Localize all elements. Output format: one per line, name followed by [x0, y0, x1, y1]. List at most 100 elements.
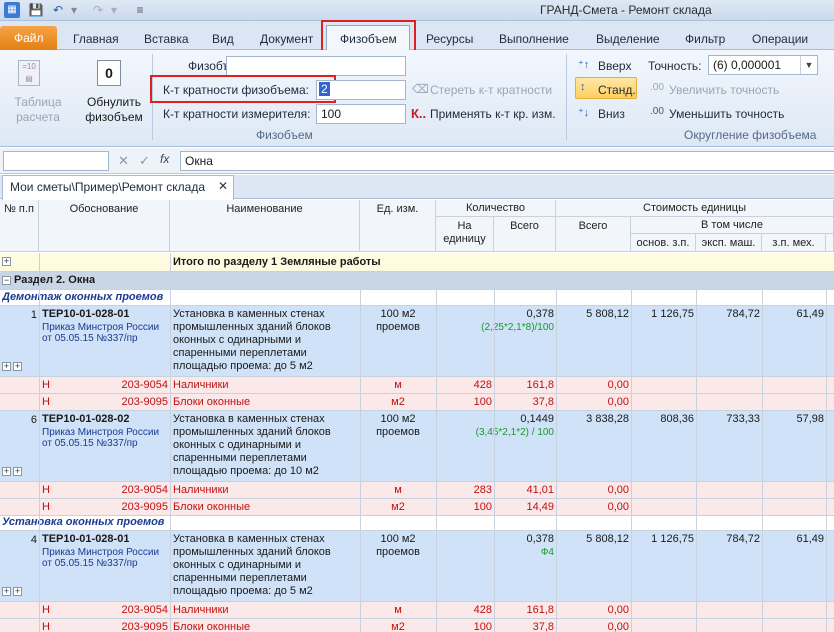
redo-dropdown-icon[interactable]: ▾ — [106, 2, 122, 18]
col-header-per-unit[interactable]: На единицу — [436, 217, 494, 252]
expand-icon[interactable]: + — [13, 587, 22, 596]
col-n-label: № п.п — [4, 203, 34, 215]
round-up-button[interactable]: Вверх — [598, 59, 631, 73]
row-eksp: 733,33 — [726, 413, 760, 425]
col-header-name[interactable]: Наименование — [170, 200, 360, 252]
group-fizobjem-label: Физобъем — [256, 128, 313, 142]
row-osn: 1 126,75 — [651, 533, 694, 545]
col-header-zpmeh[interactable]: з.п. мех. — [762, 234, 826, 252]
tab-document[interactable]: Документ — [260, 32, 313, 46]
col-header-incl[interactable]: В том числе — [631, 217, 834, 234]
k-fizobjem-input[interactable]: 2 — [316, 80, 406, 100]
row-formula: (3,45*2,1*2) / 100 — [475, 427, 554, 438]
apply-k-button[interactable]: Применять к-т кр. изм. — [430, 107, 556, 121]
k-izmeritel-input[interactable]: 100 — [316, 104, 406, 124]
tab-selection[interactable]: Выделение — [596, 32, 660, 46]
grid-line — [360, 289, 361, 632]
precision-value: (6) 0,000001 — [713, 58, 782, 72]
undo-dropdown-icon[interactable]: ▾ — [66, 2, 82, 18]
row-code: ТЕР10-01-028-01 — [42, 533, 130, 545]
res-total: 41,01 — [526, 484, 554, 496]
expand-icon[interactable]: + — [13, 467, 22, 476]
name-box[interactable] — [3, 151, 109, 171]
col-header-total[interactable]: Всего — [494, 217, 556, 252]
dec-precision-button[interactable]: Уменьшить точность — [669, 107, 784, 121]
expand-icon[interactable]: + — [2, 587, 11, 596]
save-icon[interactable]: 💾 — [28, 2, 44, 18]
round-down-button[interactable]: Вниз — [598, 107, 625, 121]
customize-quickbar-icon[interactable]: ≡ — [132, 2, 148, 18]
col-header-n[interactable]: № п.п — [0, 200, 39, 252]
confirm-icon[interactable]: ✓ — [139, 153, 150, 169]
res-unit: м — [394, 379, 402, 391]
col-header-basis[interactable]: Обоснование — [39, 200, 170, 252]
inc-precision-icon: .00 — [650, 82, 664, 93]
down-icon: ⁺↓ — [578, 107, 590, 119]
section-title: Раздел 2. Окна — [14, 274, 96, 286]
res-total: 161,8 — [526, 379, 554, 391]
res-type: Н — [42, 604, 50, 616]
tab-insert[interactable]: Вставка — [144, 32, 189, 46]
tab-execution[interactable]: Выполнение — [499, 32, 569, 46]
res-name: Блоки оконные — [173, 501, 251, 513]
expand-icon[interactable]: + — [2, 362, 11, 371]
tab-view[interactable]: Вид — [212, 32, 234, 46]
close-icon[interactable]: ✕ — [218, 179, 228, 193]
row-number: 4 — [30, 534, 37, 546]
fizobjem-input[interactable] — [226, 56, 406, 76]
col-header-cost[interactable]: Стоимость единицы — [556, 200, 834, 217]
subsection-title[interactable]: Демонтаж оконных проемов — [2, 291, 163, 303]
function-icon[interactable]: fx — [160, 152, 169, 166]
row-name: Установка в каменных стенах промышленных… — [173, 413, 331, 477]
res-total: 37,8 — [532, 396, 554, 408]
formula-input[interactable]: Окна — [180, 151, 834, 171]
grid-line — [0, 515, 834, 516]
res-total: 37,8 — [532, 621, 554, 632]
clear-k-button[interactable]: Стереть к-т кратности — [430, 83, 552, 97]
res-type: Н — [42, 396, 50, 408]
tab-operations[interactable]: Операции — [752, 32, 808, 46]
undo-icon[interactable]: ↶ — [50, 2, 66, 18]
tab-filter[interactable]: Фильтр — [685, 32, 725, 46]
group-rounding-label: Округление физобъема — [684, 128, 817, 142]
total-row[interactable] — [0, 253, 834, 271]
row-number: 6 — [30, 414, 37, 426]
tab-file[interactable]: Файл — [0, 26, 57, 50]
round-std-label: Станд. — [598, 83, 636, 97]
tab-home[interactable]: Главная — [73, 32, 119, 46]
subsection-title[interactable]: Установка оконных проемов — [2, 516, 164, 528]
res-type: Н — [42, 621, 50, 632]
grid-line — [39, 253, 40, 632]
row-zpmeh: 57,98 — [796, 413, 824, 425]
res-cost: 0,00 — [607, 501, 629, 513]
row-code: ТЕР10-01-028-02 — [42, 413, 130, 425]
expand-icon[interactable]: + — [2, 257, 11, 266]
redo-icon[interactable]: ↷ — [90, 2, 106, 18]
expand-icon[interactable]: + — [13, 362, 22, 371]
col-header-cost-total[interactable]: Всего — [556, 217, 631, 252]
cancel-icon[interactable]: ✕ — [118, 153, 129, 169]
inc-precision-button[interactable]: Увеличить точность — [669, 83, 779, 97]
row-cost: 5 808,12 — [586, 533, 629, 545]
estimate-grid: № п.п Обоснование Наименование Ед. изм. … — [0, 200, 834, 632]
reset-fizobjem-button[interactable]: Обнулить физобъем — [82, 95, 146, 125]
res-type: Н — [42, 484, 50, 496]
chevron-down-icon[interactable]: ▼ — [800, 56, 817, 74]
col-header-eksp[interactable]: эксп. маш. — [696, 234, 762, 252]
res-total: 161,8 — [526, 604, 554, 616]
total-row-label: Итого по разделу 1 Земляные работы — [173, 256, 381, 268]
col-header-osn[interactable]: основ. з.п. — [631, 234, 696, 252]
res-cost: 0,00 — [607, 379, 629, 391]
section-row[interactable] — [0, 272, 834, 289]
tab-resources[interactable]: Ресурсы — [426, 32, 473, 46]
grid-line — [0, 618, 834, 619]
k-fizobjem-value: 2 — [319, 82, 330, 96]
collapse-icon[interactable]: − — [2, 276, 11, 285]
grid-line — [0, 530, 834, 531]
document-tab-label: Мои сметы\Пример\Ремонт склада — [10, 180, 206, 194]
col-header-unit[interactable]: Ед. изм. — [360, 200, 436, 252]
col-header-qty[interactable]: Количество — [436, 200, 556, 217]
res-name: Блоки оконные — [173, 621, 251, 632]
table-calc-button[interactable]: Таблица расчета — [10, 95, 66, 125]
expand-icon[interactable]: + — [2, 467, 11, 476]
